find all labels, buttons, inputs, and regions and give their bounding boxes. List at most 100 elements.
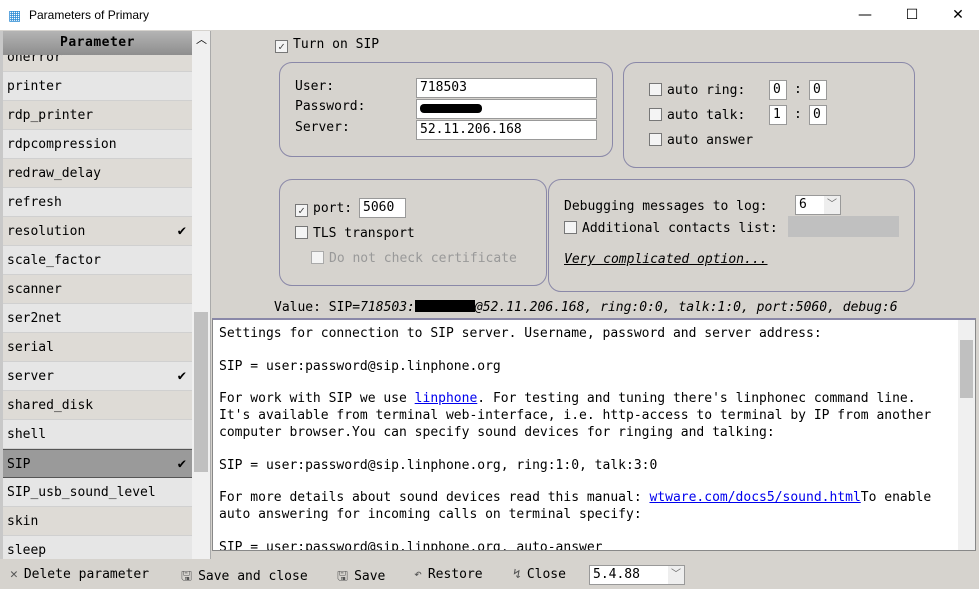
ring-b-input[interactable]: 0 bbox=[809, 80, 827, 100]
sound-docs-link[interactable]: wtware.com/docs5/sound.html bbox=[649, 490, 860, 505]
sidebar-item-server[interactable]: server ✔ bbox=[3, 362, 192, 391]
chevron-down-icon[interactable]: ﹀ bbox=[668, 566, 684, 584]
help-line: SIP = user:password@sip.linphone.org, ri… bbox=[219, 458, 658, 473]
sidebar-item-scale_factor[interactable]: scale_factor bbox=[3, 246, 192, 275]
sidebar-item-refresh[interactable]: refresh bbox=[3, 188, 192, 217]
sidebar-item-label: skin bbox=[7, 514, 39, 529]
auto-talk-checkbox[interactable]: auto talk: bbox=[649, 108, 745, 123]
auto-ring-label: auto ring: bbox=[667, 83, 746, 98]
sidebar-item-redraw_delay[interactable]: redraw_delay bbox=[3, 159, 192, 188]
minimize-button[interactable]: — bbox=[842, 0, 888, 30]
help-line: SIP = user:password@sip.linphone.org, au… bbox=[219, 540, 603, 551]
sidebar-item-rdpcompression[interactable]: rdpcompression bbox=[3, 130, 192, 159]
auto-group: auto ring: 0 : 0 auto talk: 1 : 0 auto a… bbox=[623, 62, 915, 168]
sidebar-item-shell[interactable]: shell bbox=[3, 420, 192, 449]
help-scroll-thumb[interactable] bbox=[960, 340, 973, 398]
delete-parameter-button[interactable]: ✕ Delete parameter bbox=[10, 567, 149, 582]
close-button[interactable]: ↯ Close bbox=[513, 567, 566, 582]
sidebar-item-label: server bbox=[7, 369, 54, 384]
turn-on-sip-checkbox[interactable]: ✓ Turn on SIP bbox=[275, 37, 379, 53]
sidebar-item-label: rdpcompression bbox=[7, 137, 117, 152]
contacts-input bbox=[788, 216, 899, 237]
save-button[interactable]: 🖫 Save bbox=[337, 567, 385, 589]
sidebar-item-rdp_printer[interactable]: rdp_printer bbox=[3, 101, 192, 130]
sidebar-item-sip_usb_sound_level[interactable]: SIP_usb_sound_level bbox=[3, 478, 192, 507]
checkmark-icon: ✔ bbox=[177, 368, 186, 384]
window-title: Parameters of Primary bbox=[29, 8, 150, 22]
auto-ring-checkbox[interactable]: auto ring: bbox=[649, 83, 745, 98]
sidebar-item-label: redraw_delay bbox=[7, 166, 101, 181]
sidebar-item-sip[interactable]: SIP ✔ bbox=[3, 449, 192, 478]
sidebar-item-label: ser2net bbox=[7, 311, 62, 326]
help-scrollbar[interactable] bbox=[958, 320, 975, 550]
sidebar-item-printer[interactable]: printer bbox=[3, 72, 192, 101]
floppy-icon: 🖫 bbox=[337, 569, 349, 584]
sidebar-item-label: printer bbox=[7, 79, 62, 94]
user-input[interactable]: 718503 bbox=[416, 78, 597, 98]
checkmark-icon: ✔ bbox=[177, 456, 186, 472]
list-scroll-thumb[interactable] bbox=[194, 312, 208, 472]
server-input[interactable]: 52.11.206.168 bbox=[416, 120, 597, 140]
sidebar-item-sleep[interactable]: sleep bbox=[3, 536, 192, 559]
help-line: computer browser.You can specify sound d… bbox=[219, 425, 775, 440]
sidebar-item-scanner[interactable]: scanner bbox=[3, 275, 192, 304]
sidebar-item-label: SIP_usb_sound_level bbox=[7, 485, 156, 500]
sidebar-item-skin[interactable]: skin bbox=[3, 507, 192, 536]
version-select[interactable]: 5.4.88 ﹀ bbox=[589, 565, 685, 585]
sidebar-item-serial[interactable]: serial bbox=[3, 333, 192, 362]
sidebar-item-resolution[interactable]: resolution ✔ bbox=[3, 217, 192, 246]
debug-value: 6 bbox=[799, 197, 807, 212]
chevron-down-icon[interactable]: ﹀ bbox=[824, 196, 840, 214]
save-and-close-button[interactable]: 🖫 Save and close bbox=[181, 567, 308, 589]
auto-answer-checkbox[interactable]: auto answer bbox=[649, 133, 753, 148]
undo-icon: ↶ bbox=[414, 567, 422, 582]
sidebar-item-label: scale_factor bbox=[7, 253, 101, 268]
server-label: Server: bbox=[295, 120, 350, 135]
sidebar-item-label: shared_disk bbox=[7, 398, 94, 413]
port-checkbox[interactable]: ✓ port: bbox=[295, 201, 352, 217]
sidebar-item-label: rdp_printer bbox=[7, 108, 94, 123]
restore-button[interactable]: ↶ Restore bbox=[414, 567, 483, 582]
scroll-up-icon[interactable]: ︿ bbox=[196, 31, 207, 47]
tls-label: TLS transport bbox=[313, 226, 415, 241]
auto-answer-label: auto answer bbox=[667, 133, 754, 148]
contacts-checkbox[interactable]: Additional contacts list: bbox=[564, 221, 778, 236]
sidebar-item-ser2net[interactable]: ser2net bbox=[3, 304, 192, 333]
floppy-exit-icon: 🖫 bbox=[181, 569, 193, 584]
talk-b-input[interactable]: 0 bbox=[809, 105, 827, 125]
turn-on-sip-label: Turn on SIP bbox=[293, 37, 380, 52]
bottom-toolbar: ✕ Delete parameter 🖫 Save and close 🖫 Save … bbox=[0, 560, 979, 589]
talk-a-input[interactable]: 1 bbox=[769, 105, 787, 125]
maximize-button[interactable]: ☐ bbox=[889, 0, 935, 30]
debug-label: Debugging messages to log: bbox=[564, 199, 768, 214]
x-icon: ✕ bbox=[10, 567, 18, 582]
checkmark-icon: ✔ bbox=[177, 223, 186, 239]
password-input[interactable] bbox=[416, 99, 597, 119]
help-line: Settings for connection to SIP server. U… bbox=[219, 326, 822, 341]
settings-panel: ✓ Turn on SIP User: Password: Server: 718… bbox=[210, 31, 979, 559]
port-input[interactable]: 5060 bbox=[359, 198, 406, 218]
linphone-link[interactable]: linphone bbox=[415, 391, 478, 406]
parameter-header[interactable]: Parameter bbox=[3, 31, 192, 55]
help-line: SIP = user:password@sip.linphone.org bbox=[219, 359, 501, 374]
debug-select[interactable]: 6 ﹀ bbox=[795, 195, 841, 215]
app-icon: ▦ bbox=[8, 7, 22, 23]
value-line: Value: SIP=718503: @52.11.206.168, ring:0… bbox=[274, 300, 898, 315]
sidebar-item-label: serial bbox=[7, 340, 54, 355]
sidebar-item-label: shell bbox=[7, 427, 47, 442]
credentials-group: User: Password: Server: 718503 52.11.206… bbox=[279, 62, 613, 157]
password-label: Password: bbox=[295, 99, 366, 114]
sidebar-item-shared_disk[interactable]: shared_disk bbox=[3, 391, 192, 420]
value-label: Value: SIP= bbox=[274, 300, 361, 315]
ring-a-input[interactable]: 0 bbox=[769, 80, 787, 100]
help-text[interactable]: Settings for connection to SIP server. U… bbox=[212, 318, 976, 551]
parameter-list[interactable]: Parameter onerror printer rdp_printer rdpco… bbox=[0, 31, 192, 559]
tls-checkbox[interactable]: TLS transport bbox=[295, 226, 415, 241]
close-window-button[interactable]: ✕ bbox=[935, 0, 979, 30]
port-label: port: bbox=[313, 201, 353, 216]
list-scrollbar[interactable]: ︿ bbox=[192, 31, 210, 559]
no-cert-label: Do not check certificate bbox=[329, 251, 517, 266]
help-line: For work with SIP we use linphone. For t… bbox=[219, 391, 916, 406]
complicated-option-link[interactable]: Very complicated option... bbox=[564, 252, 768, 267]
transport-group: ✓ port: 5060 TLS transport Do not check c… bbox=[279, 179, 547, 286]
